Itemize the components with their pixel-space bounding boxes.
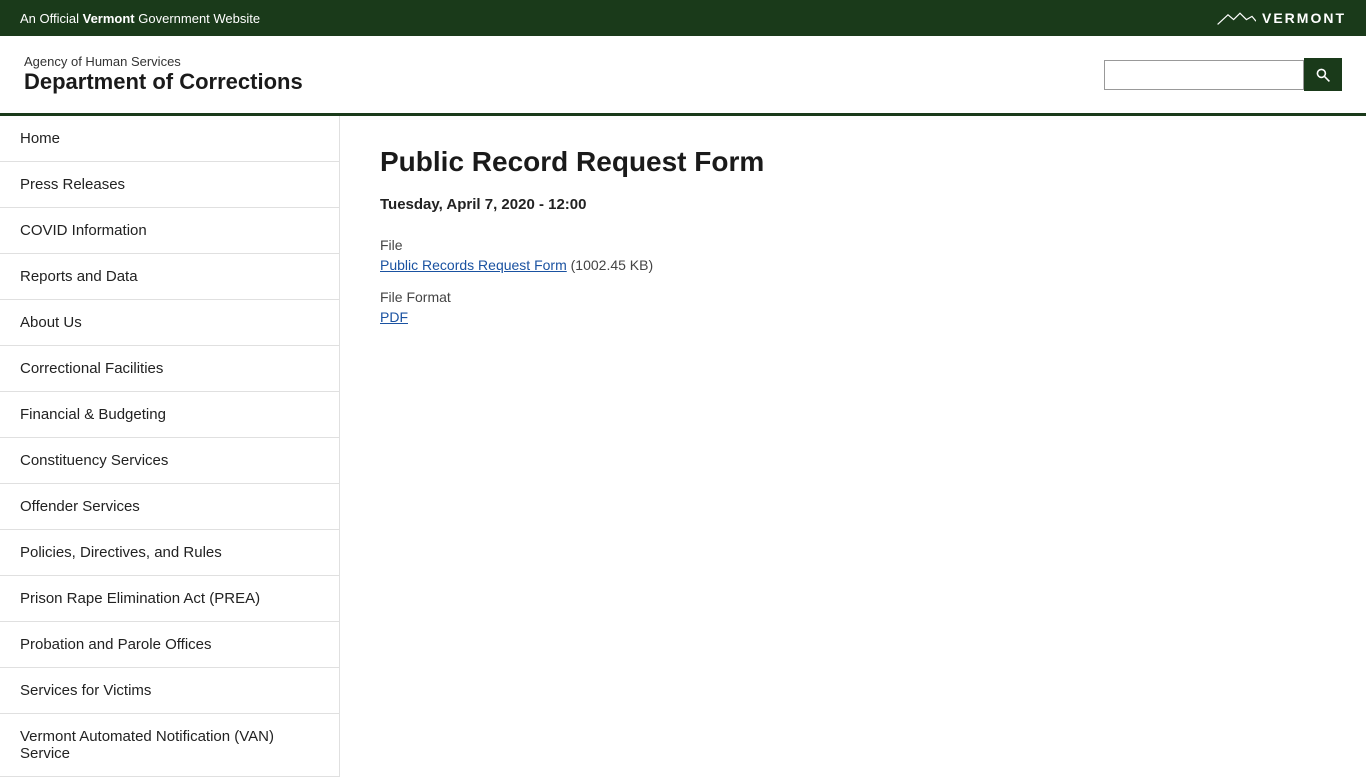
top-banner: An Official Vermont Government Website V…: [0, 0, 1366, 36]
sidebar-item-9[interactable]: Policies, Directives, and Rules: [0, 530, 339, 576]
vermont-logo-text: VERMONT: [1262, 10, 1346, 26]
search-area: [1104, 58, 1342, 91]
sidebar-item-2[interactable]: COVID Information: [0, 208, 339, 254]
vermont-bold: Vermont: [83, 11, 135, 26]
search-input[interactable]: [1104, 60, 1304, 90]
site-title-area: Agency of Human Services Department of C…: [24, 54, 303, 95]
file-label: File: [380, 237, 1326, 253]
sidebar-item-10[interactable]: Prison Rape Elimination Act (PREA): [0, 576, 339, 622]
sidebar-item-11[interactable]: Probation and Parole Offices: [0, 622, 339, 668]
sidebar-item-12[interactable]: Services for Victims: [0, 668, 339, 714]
sidebar-item-0[interactable]: Home: [0, 116, 339, 162]
site-header: Agency of Human Services Department of C…: [0, 36, 1366, 116]
agency-name: Agency of Human Services: [24, 54, 303, 69]
file-format-section: File Format PDF: [380, 289, 1326, 325]
file-size: (1002.45 KB): [571, 257, 654, 273]
file-section: File Public Records Request Form (1002.4…: [380, 237, 1326, 273]
sidebar: HomePress ReleasesCOVID InformationRepor…: [0, 116, 340, 777]
vermont-mountain-icon: [1216, 8, 1256, 28]
sidebar-item-6[interactable]: Financial & Budgeting: [0, 392, 339, 438]
sidebar-item-7[interactable]: Constituency Services: [0, 438, 339, 484]
official-prefix: An Official: [20, 11, 83, 26]
vermont-logo: VERMONT: [1216, 8, 1346, 28]
sidebar-item-4[interactable]: About Us: [0, 300, 339, 346]
page-date: Tuesday, April 7, 2020 - 12:00: [380, 196, 1326, 213]
official-text: An Official Vermont Government Website: [20, 11, 260, 26]
file-link[interactable]: Public Records Request Form: [380, 257, 567, 273]
search-icon: [1315, 67, 1331, 83]
sidebar-item-1[interactable]: Press Releases: [0, 162, 339, 208]
file-format-value[interactable]: PDF: [380, 309, 408, 325]
search-button[interactable]: [1304, 58, 1342, 91]
department-name: Department of Corrections: [24, 69, 303, 95]
sidebar-item-8[interactable]: Offender Services: [0, 484, 339, 530]
sidebar-item-3[interactable]: Reports and Data: [0, 254, 339, 300]
layout: HomePress ReleasesCOVID InformationRepor…: [0, 116, 1366, 777]
official-suffix: Government Website: [135, 11, 260, 26]
page-title: Public Record Request Form: [380, 146, 1326, 178]
file-format-label: File Format: [380, 289, 1326, 305]
main-content: Public Record Request Form Tuesday, Apri…: [340, 116, 1366, 777]
sidebar-item-5[interactable]: Correctional Facilities: [0, 346, 339, 392]
